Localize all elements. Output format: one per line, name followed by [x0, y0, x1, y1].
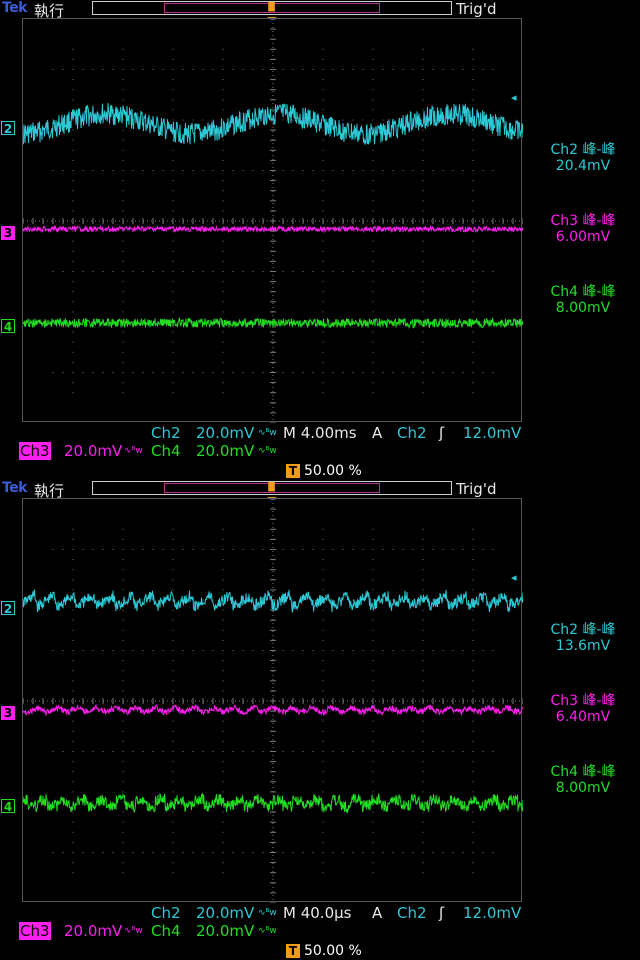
- ch4-label[interactable]: Ch4: [151, 442, 181, 460]
- ch4-meas-name: Ch4 峰-峰: [550, 284, 616, 300]
- trigger-source[interactable]: Ch2: [397, 424, 427, 442]
- ch2-meas-value: 20.4mV: [555, 158, 611, 174]
- bandwidth-limit-icon: ∿ᴮw: [124, 446, 143, 456]
- ch4-measurement: Ch4 峰-峰 8.00mV: [528, 284, 638, 316]
- ch4-label[interactable]: Ch4: [151, 922, 181, 940]
- trigger-level-arrow-icon[interactable]: ◂: [511, 572, 521, 583]
- trigger-type: A: [372, 424, 383, 442]
- waveform-display[interactable]: [22, 18, 523, 423]
- ch4-trace: [23, 316, 523, 329]
- scope-panel-bottom: Tek 執行 Trig'd T 2 3 4 ◂ Ch2 峰-峰 13.6mV C…: [0, 480, 640, 960]
- waveform-traces: [23, 103, 523, 329]
- status-line-1: Ch2 20.0mV ∿ᴮw M 4.00ms A Ch2 ʃ 12.0mV: [0, 424, 640, 442]
- trigger-level[interactable]: 12.0mV: [463, 904, 521, 922]
- bandwidth-limit-icon: ∿ᴮw: [258, 908, 277, 918]
- ch2-measurement: Ch2 峰-峰 13.6mV: [528, 622, 638, 654]
- status-line-1: Ch2 20.0mV ∿ᴮw M 40.0µs A Ch2 ʃ 12.0mV: [0, 904, 640, 922]
- trigger-position-value: 50.00 %: [304, 463, 362, 479]
- scope-panel-top: Tek 執行 Trig'd T 2 3 4 ◂ Ch2 峰-峰 20.4mV C…: [0, 0, 640, 480]
- ch4-meas-name: Ch4 峰-峰: [550, 764, 616, 780]
- ch3-meas-name: Ch3 峰-峰: [550, 213, 616, 229]
- ch3-scale[interactable]: 20.0mV: [64, 922, 122, 940]
- status-line-2: Ch3 20.0mV ∿ᴮw Ch4 20.0mV ∿ᴮw: [0, 442, 640, 460]
- ch2-scale[interactable]: 20.0mV: [196, 904, 254, 922]
- ch4-measurement: Ch4 峰-峰 8.00mV: [528, 764, 638, 796]
- bandwidth-limit-icon: ∿ᴮw: [258, 428, 277, 438]
- bandwidth-limit-icon: ∿ᴮw: [258, 446, 277, 456]
- ch3-trace: [23, 703, 523, 717]
- trigger-level[interactable]: 12.0mV: [463, 424, 521, 442]
- ch3-ground-marker[interactable]: 3: [1, 706, 15, 720]
- ch4-scale[interactable]: 20.0mV: [196, 442, 254, 460]
- ch3-measurement: Ch3 峰-峰 6.00mV: [528, 213, 638, 245]
- trigger-source[interactable]: Ch2: [397, 904, 427, 922]
- top-status-bar: Tek 執行 Trig'd: [0, 480, 640, 500]
- top-status-bar: Tek 執行 Trig'd: [0, 0, 640, 20]
- ch2-meas-name: Ch2 峰-峰: [550, 622, 616, 638]
- waveform-display[interactable]: [22, 498, 523, 903]
- ch2-scale[interactable]: 20.0mV: [196, 424, 254, 442]
- rising-edge-icon: ʃ: [439, 904, 445, 922]
- ch3-measurement: Ch3 峰-峰 6.40mV: [528, 693, 638, 725]
- ch4-scale[interactable]: 20.0mV: [196, 922, 254, 940]
- timebase[interactable]: M 40.0µs: [283, 904, 351, 922]
- trigger-position-readout[interactable]: T 50.00 %: [286, 942, 362, 960]
- trigger-position-icon: T: [286, 464, 300, 478]
- ch3-label[interactable]: Ch3: [19, 442, 51, 460]
- ch4-meas-value: 8.00mV: [555, 300, 611, 316]
- ch4-ground-marker[interactable]: 4: [1, 799, 15, 814]
- ch2-measurement: Ch2 峰-峰 20.4mV: [528, 142, 638, 174]
- ch2-meas-value: 13.6mV: [555, 638, 611, 654]
- brand-logo: Tek: [2, 480, 28, 496]
- ch2-meas-name: Ch2 峰-峰: [550, 142, 616, 158]
- ch2-label[interactable]: Ch2: [151, 424, 181, 442]
- status-line-2: Ch3 20.0mV ∿ᴮw Ch4 20.0mV ∿ᴮw: [0, 922, 640, 940]
- ch3-trace: [23, 224, 523, 234]
- ch2-ground-marker[interactable]: 2: [1, 121, 15, 136]
- trigger-type: A: [372, 904, 383, 922]
- ch2-ground-marker[interactable]: 2: [1, 601, 15, 616]
- ch3-label[interactable]: Ch3: [19, 922, 51, 940]
- ch4-ground-marker[interactable]: 4: [1, 319, 15, 334]
- ch3-ground-marker[interactable]: 3: [1, 226, 15, 240]
- ch4-meas-value: 8.00mV: [555, 780, 611, 796]
- trigger-status: Trig'd: [456, 0, 497, 18]
- ch2-label[interactable]: Ch2: [151, 904, 181, 922]
- trigger-status: Trig'd: [456, 480, 497, 498]
- timebase[interactable]: M 4.00ms: [283, 424, 357, 442]
- ch4-trace: [23, 792, 523, 814]
- trigger-position-icon: T: [286, 944, 300, 958]
- ch3-scale[interactable]: 20.0mV: [64, 442, 122, 460]
- rising-edge-icon: ʃ: [439, 424, 445, 442]
- ch3-meas-name: Ch3 峰-峰: [550, 693, 616, 709]
- trigger-level-arrow-icon[interactable]: ◂: [511, 92, 521, 103]
- ch2-trace: [23, 103, 523, 145]
- ch3-meas-value: 6.40mV: [555, 709, 611, 725]
- bandwidth-limit-icon: ∿ᴮw: [124, 926, 143, 936]
- waveform-traces: [23, 589, 523, 814]
- bandwidth-limit-icon: ∿ᴮw: [258, 926, 277, 936]
- ch2-trace: [23, 589, 523, 613]
- trigger-position-readout[interactable]: T 50.00 %: [286, 462, 362, 480]
- trigger-position-value: 50.00 %: [304, 943, 362, 959]
- brand-logo: Tek: [2, 0, 28, 16]
- ch3-meas-value: 6.00mV: [555, 229, 611, 245]
